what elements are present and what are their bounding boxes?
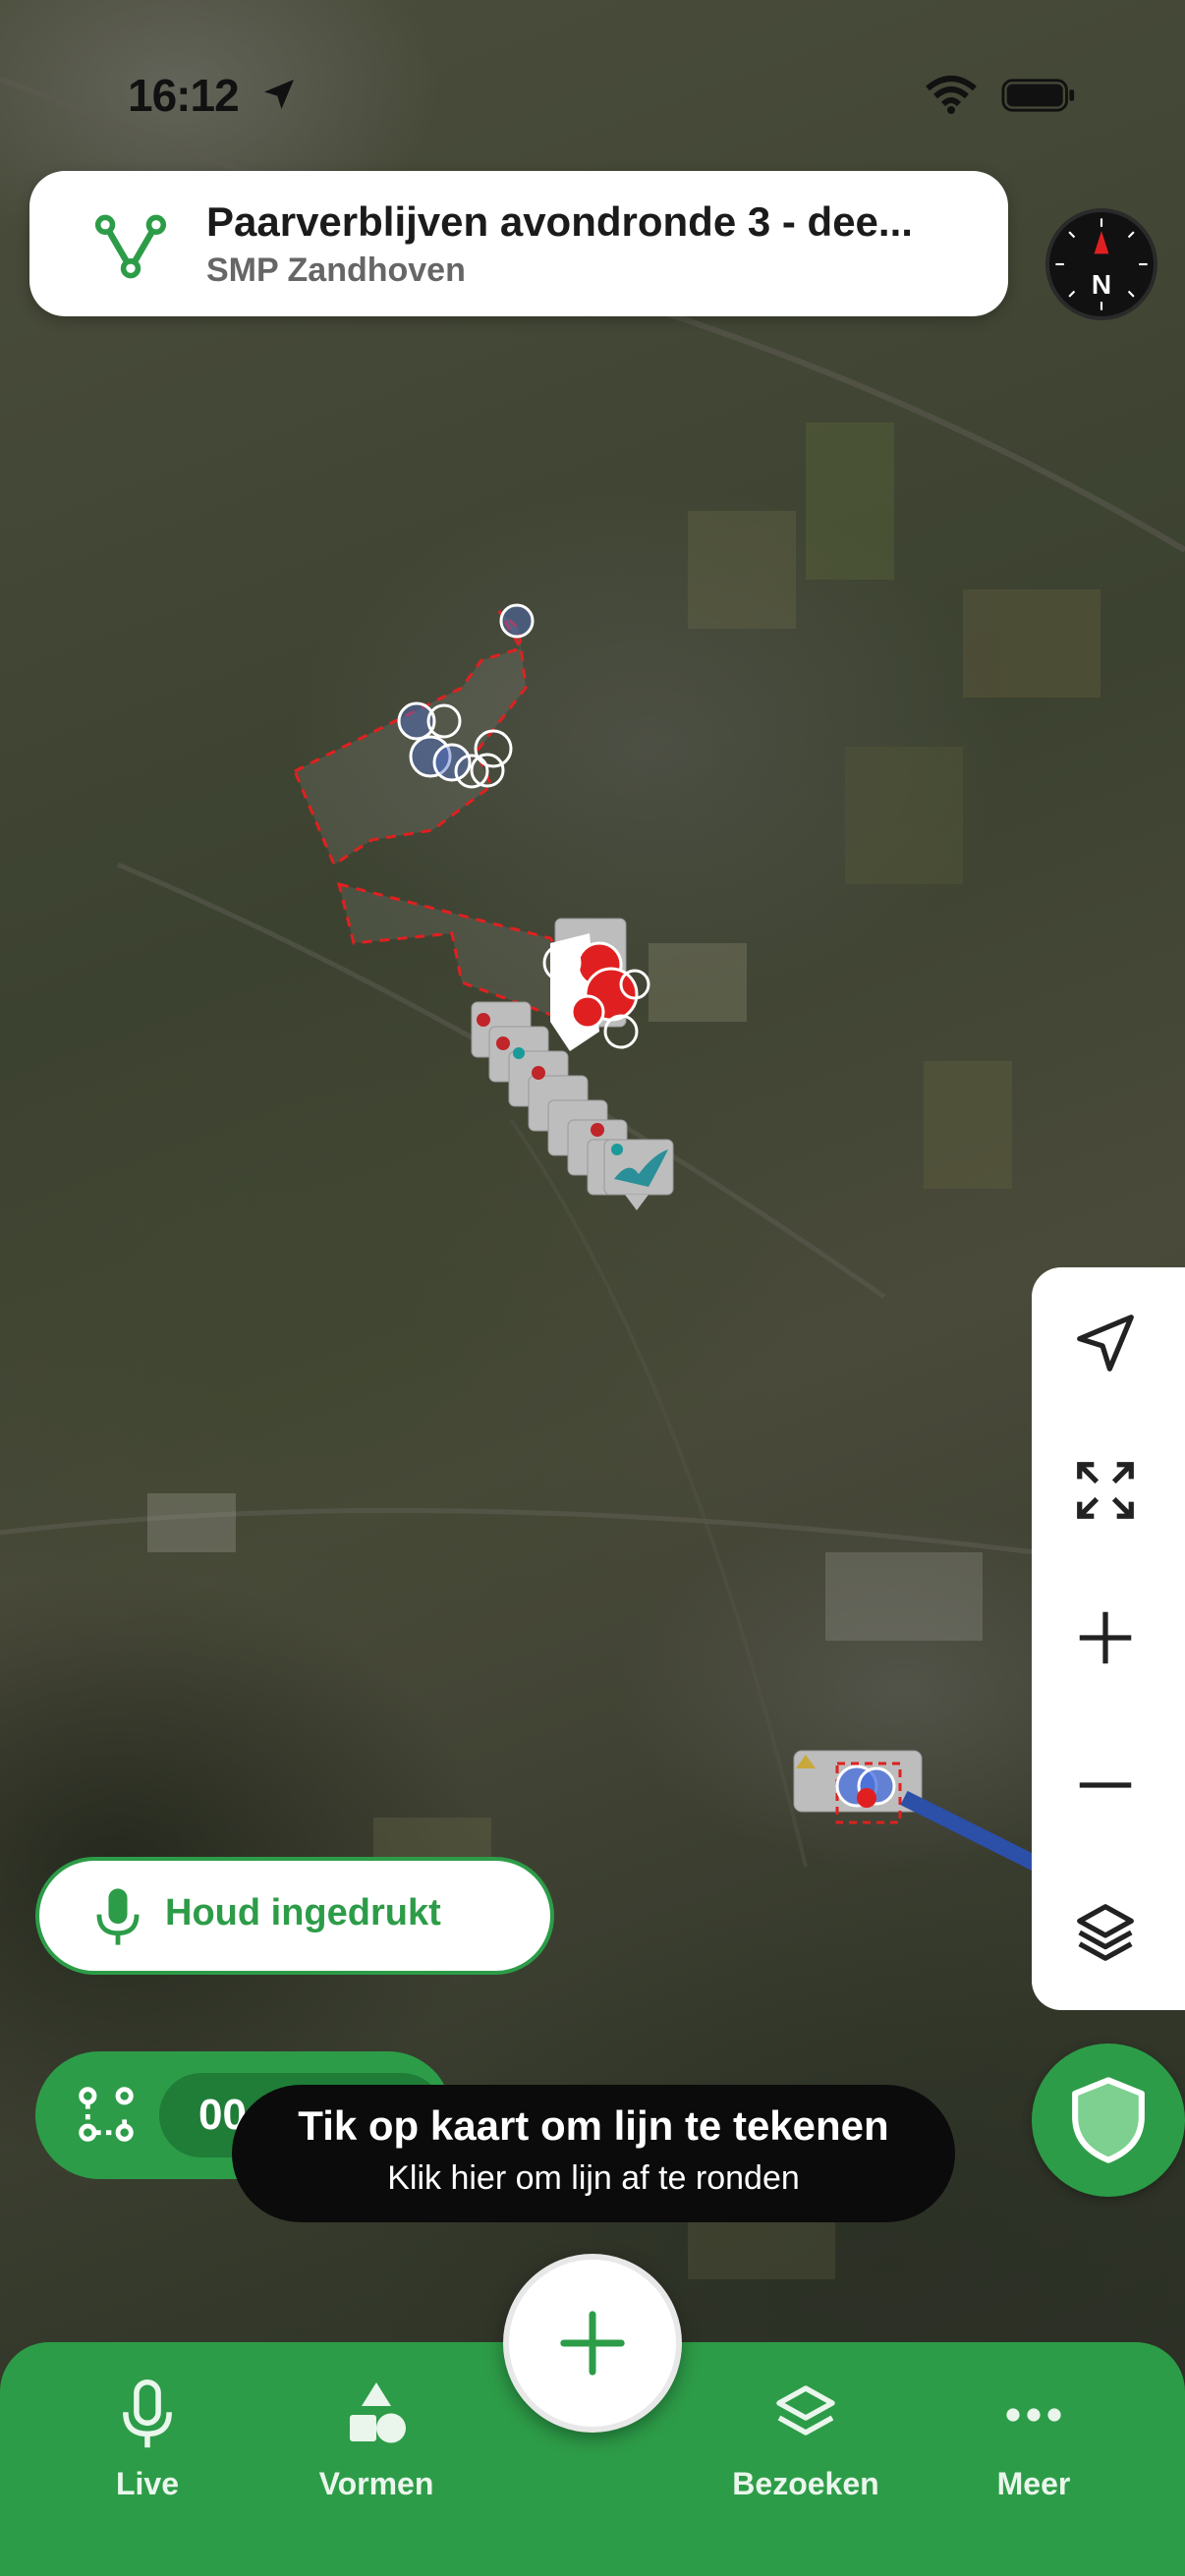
layers-icon (776, 2385, 835, 2436)
nav-item-meer[interactable]: Meer (935, 2380, 1132, 2502)
fit-extent-button[interactable] (1071, 1456, 1140, 1525)
wifi-icon (926, 76, 977, 114)
layers-icon (1077, 1904, 1134, 1961)
tooltip-subtitle[interactable]: Klik hier om lijn af te ronden (232, 2159, 955, 2198)
layers-button[interactable] (1071, 1898, 1140, 1967)
more-dots-icon (1006, 2408, 1061, 2422)
draw-line-tooltip[interactable]: Tik op kaart om lijn te tekenen Klik hie… (232, 2085, 955, 2222)
map-controls-panel (1032, 1267, 1185, 2010)
nav-label-vormen: Vormen (318, 2466, 434, 2501)
route-title: Paarverblijven avondronde 3 - dee... (206, 198, 913, 245)
hold-to-talk-label: Houd ingedrukt (165, 1892, 441, 1933)
compass-north-label: N (1091, 269, 1112, 300)
route-points-icon (79, 2087, 134, 2142)
locate-button[interactable] (1071, 1309, 1140, 1377)
plus-icon (560, 2311, 625, 2376)
route-subtitle: SMP Zandhoven (206, 252, 466, 289)
nav-item-bezoeken[interactable]: Bezoeken (707, 2380, 904, 2502)
add-button[interactable] (503, 2254, 682, 2433)
shield-icon (1072, 2077, 1145, 2163)
zoom-in-button[interactable] (1071, 1603, 1140, 1672)
route-v-icon (94, 214, 167, 279)
nav-label-meer: Meer (996, 2466, 1071, 2501)
locate-arrow-icon (1077, 1315, 1134, 1372)
compass-button[interactable]: N (1045, 208, 1157, 320)
fit-extent-icon (1077, 1462, 1134, 1519)
zoom-out-button[interactable] (1071, 1751, 1140, 1820)
nav-item-live[interactable]: Live (49, 2380, 246, 2502)
nav-label-live: Live (115, 2466, 180, 2501)
nav-label-bezoeken: Bezoeken (732, 2466, 879, 2501)
safety-shield-button[interactable] (1032, 2044, 1185, 2197)
route-title-card[interactable]: Paarverblijven avondronde 3 - dee... SMP… (29, 171, 1008, 316)
zoom-out-icon (1079, 1782, 1132, 1788)
nav-item-vormen[interactable]: Vormen (278, 2380, 475, 2502)
zoom-in-icon (1079, 1611, 1132, 1664)
microphone-icon (123, 2380, 172, 2448)
shapes-icon (350, 2382, 406, 2443)
battery-icon (1001, 79, 1075, 112)
compass-icon (1055, 218, 1148, 310)
location-arrow-icon (264, 80, 294, 109)
tooltip-title: Tik op kaart om lijn te tekenen (298, 2102, 889, 2149)
microphone-icon (96, 1888, 140, 1945)
hold-to-talk-button[interactable]: Houd ingedrukt (35, 1857, 554, 1975)
status-time: 16:12 (128, 70, 240, 121)
